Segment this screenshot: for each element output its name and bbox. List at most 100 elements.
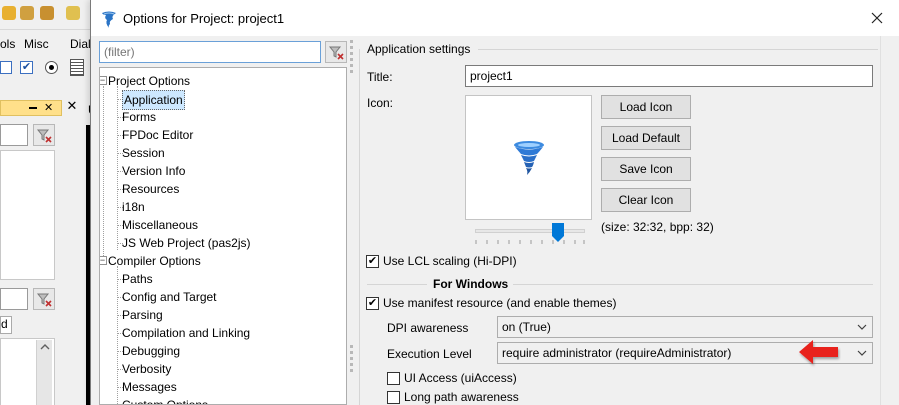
tree-node-label: JS Web Project (pas2js) — [122, 236, 251, 250]
tornado-icon — [514, 141, 544, 175]
tree-node-label: Compilation and Linking — [122, 326, 251, 340]
options-tree[interactable]: − Project Options Application Forms FPDoc Ed… — [99, 67, 347, 405]
tree-node-label: Paths — [122, 272, 153, 286]
tree-node-label: Parsing — [122, 308, 163, 322]
component-radio-icon[interactable] — [45, 61, 58, 74]
component-tree[interactable] — [0, 150, 55, 280]
close-icon — [871, 12, 883, 24]
application-settings-group-left-border — [359, 49, 360, 405]
icon-size-slider-track[interactable] — [475, 229, 585, 233]
load-default-button[interactable]: Load Default — [601, 126, 691, 150]
application-settings-group-border — [478, 49, 878, 50]
use-manifest-label[interactable]: Use manifest resource (and enable themes… — [383, 296, 616, 310]
use-lcl-scaling-check-glyph: ✔ — [367, 255, 378, 267]
execution-level-value: require administrator (requireAdministra… — [502, 346, 732, 360]
tree-node-label: Version Info — [122, 164, 186, 178]
tree-node-label: Resources — [122, 182, 180, 196]
lazarus-logo-icon — [102, 11, 116, 28]
tree-node-label: Application — [122, 90, 185, 110]
tree-node-label: i18n — [122, 200, 145, 214]
tree-node-label: Config and Target — [122, 290, 217, 304]
settings-scrollbar[interactable] — [880, 36, 899, 405]
dialog-titlebar[interactable]: Options for Project: project1 — [91, 0, 899, 36]
for-windows-group-title: For Windows — [433, 277, 509, 291]
ide-toolbar — [0, 0, 95, 30]
palette-tab-misc[interactable]: Misc — [24, 37, 49, 51]
use-manifest-checkbox[interactable]: ✔ — [366, 297, 379, 310]
tree-node-label: Session — [122, 146, 165, 160]
inspector-close-icon[interactable]: ✕ — [44, 101, 53, 114]
palette-tab-dial[interactable]: Dial — [70, 37, 91, 51]
source-editor-close-icon[interactable]: ✕ — [64, 98, 80, 116]
tree-collapse-icon[interactable]: − — [100, 256, 107, 265]
tree-collapse-icon[interactable]: − — [100, 76, 107, 85]
tree-node-label: Compiler Options — [108, 254, 201, 268]
chevron-down-icon — [857, 324, 867, 330]
icon-preview — [465, 95, 592, 220]
use-lcl-scaling-label[interactable]: Use LCL scaling (Hi-DPI) — [383, 254, 517, 268]
save-icon-button[interactable]: Save Icon — [601, 157, 691, 181]
icon-info-text: (size: 32:32, bpp: 32) — [601, 220, 714, 234]
toolbar-icon-3[interactable] — [40, 6, 54, 20]
ui-access-label[interactable]: UI Access (uiAccess) — [404, 371, 517, 385]
filter-clear-button[interactable] — [325, 41, 347, 63]
for-windows-group-border-right — [513, 284, 873, 285]
filter-clear-icon — [328, 46, 344, 60]
tree-child-connector — [117, 266, 118, 404]
inspector-filter-edit[interactable] — [0, 124, 28, 146]
palette-tabs: ols Misc Dial — [0, 33, 95, 53]
background-ide-window: ols Misc Dial ✔ ✕ ✕ d U — [0, 0, 95, 405]
red-arrow-annotation-icon — [799, 340, 838, 364]
title-input[interactable] — [465, 65, 873, 87]
component-edit-icon[interactable] — [0, 61, 12, 74]
property-filter-clear-icon[interactable] — [33, 288, 55, 310]
icon-size-slider-ticks — [475, 240, 585, 244]
tree-node-label: Custom Options — [122, 398, 209, 405]
icon-size-slider-thumb[interactable] — [551, 223, 564, 242]
property-grid-tab-label: d — [1, 317, 8, 331]
tree-root-connector — [103, 86, 104, 256]
ui-access-checkbox[interactable] — [387, 372, 400, 385]
tree-node-label: FPDoc Editor — [122, 128, 194, 142]
dialog-close-button[interactable] — [854, 0, 899, 36]
tree-child-connector — [117, 86, 118, 250]
object-inspector-header: ✕ — [0, 100, 62, 116]
component-listbox-icon[interactable] — [70, 59, 84, 76]
title-label: Title: — [367, 70, 393, 84]
toolbar-icon-4[interactable] — [66, 6, 80, 20]
load-icon-button[interactable]: Load Icon — [601, 95, 691, 119]
property-grid-tab[interactable]: d — [0, 316, 12, 334]
palette-tab-ols[interactable]: ols — [0, 37, 15, 51]
tree-node-label: Project Options — [108, 74, 191, 88]
splitter-grip-top — [350, 40, 353, 76]
dpi-awareness-combo[interactable]: on (True) — [497, 316, 873, 338]
dialog-title: Options for Project: project1 — [123, 11, 285, 26]
options-filter-input[interactable] — [99, 41, 321, 63]
property-filter-edit[interactable] — [0, 288, 28, 310]
project-options-dialog: Options for Project: project1 −Project O… — [90, 0, 899, 405]
use-manifest-check-glyph: ✔ — [367, 297, 378, 309]
clear-icon-button[interactable]: Clear Icon — [601, 188, 691, 212]
inspector-minimize-icon[interactable] — [29, 107, 37, 109]
for-windows-group-border-left — [367, 284, 427, 285]
use-lcl-scaling-checkbox[interactable]: ✔ — [366, 255, 379, 268]
splitter-grip-middle — [350, 345, 353, 375]
component-palette-row: ✔ — [0, 57, 95, 79]
chevron-down-icon — [857, 350, 867, 356]
dpi-awareness-label: DPI awareness — [387, 321, 469, 335]
tree-node-label: Debugging — [122, 344, 181, 358]
tree-node-label: Verbosity — [122, 362, 172, 376]
property-grid-scrollbar[interactable] — [36, 340, 52, 405]
icon-label: Icon: — [367, 96, 394, 110]
toolbar-icon-2[interactable] — [20, 6, 34, 20]
tree-node-label: Messages — [122, 380, 177, 394]
tree-node-label: Forms — [122, 110, 156, 124]
toolbar-icon-1[interactable] — [2, 6, 16, 20]
execution-level-label: Execution Level — [387, 347, 472, 361]
inspector-filter-clear-icon[interactable] — [33, 124, 55, 146]
component-checkbox-icon[interactable]: ✔ — [20, 61, 33, 74]
long-path-label[interactable]: Long path awareness — [404, 390, 519, 404]
long-path-checkbox[interactable] — [387, 391, 400, 404]
tree-node-label: Miscellaneous — [122, 218, 199, 232]
dpi-awareness-value: on (True) — [502, 320, 551, 334]
